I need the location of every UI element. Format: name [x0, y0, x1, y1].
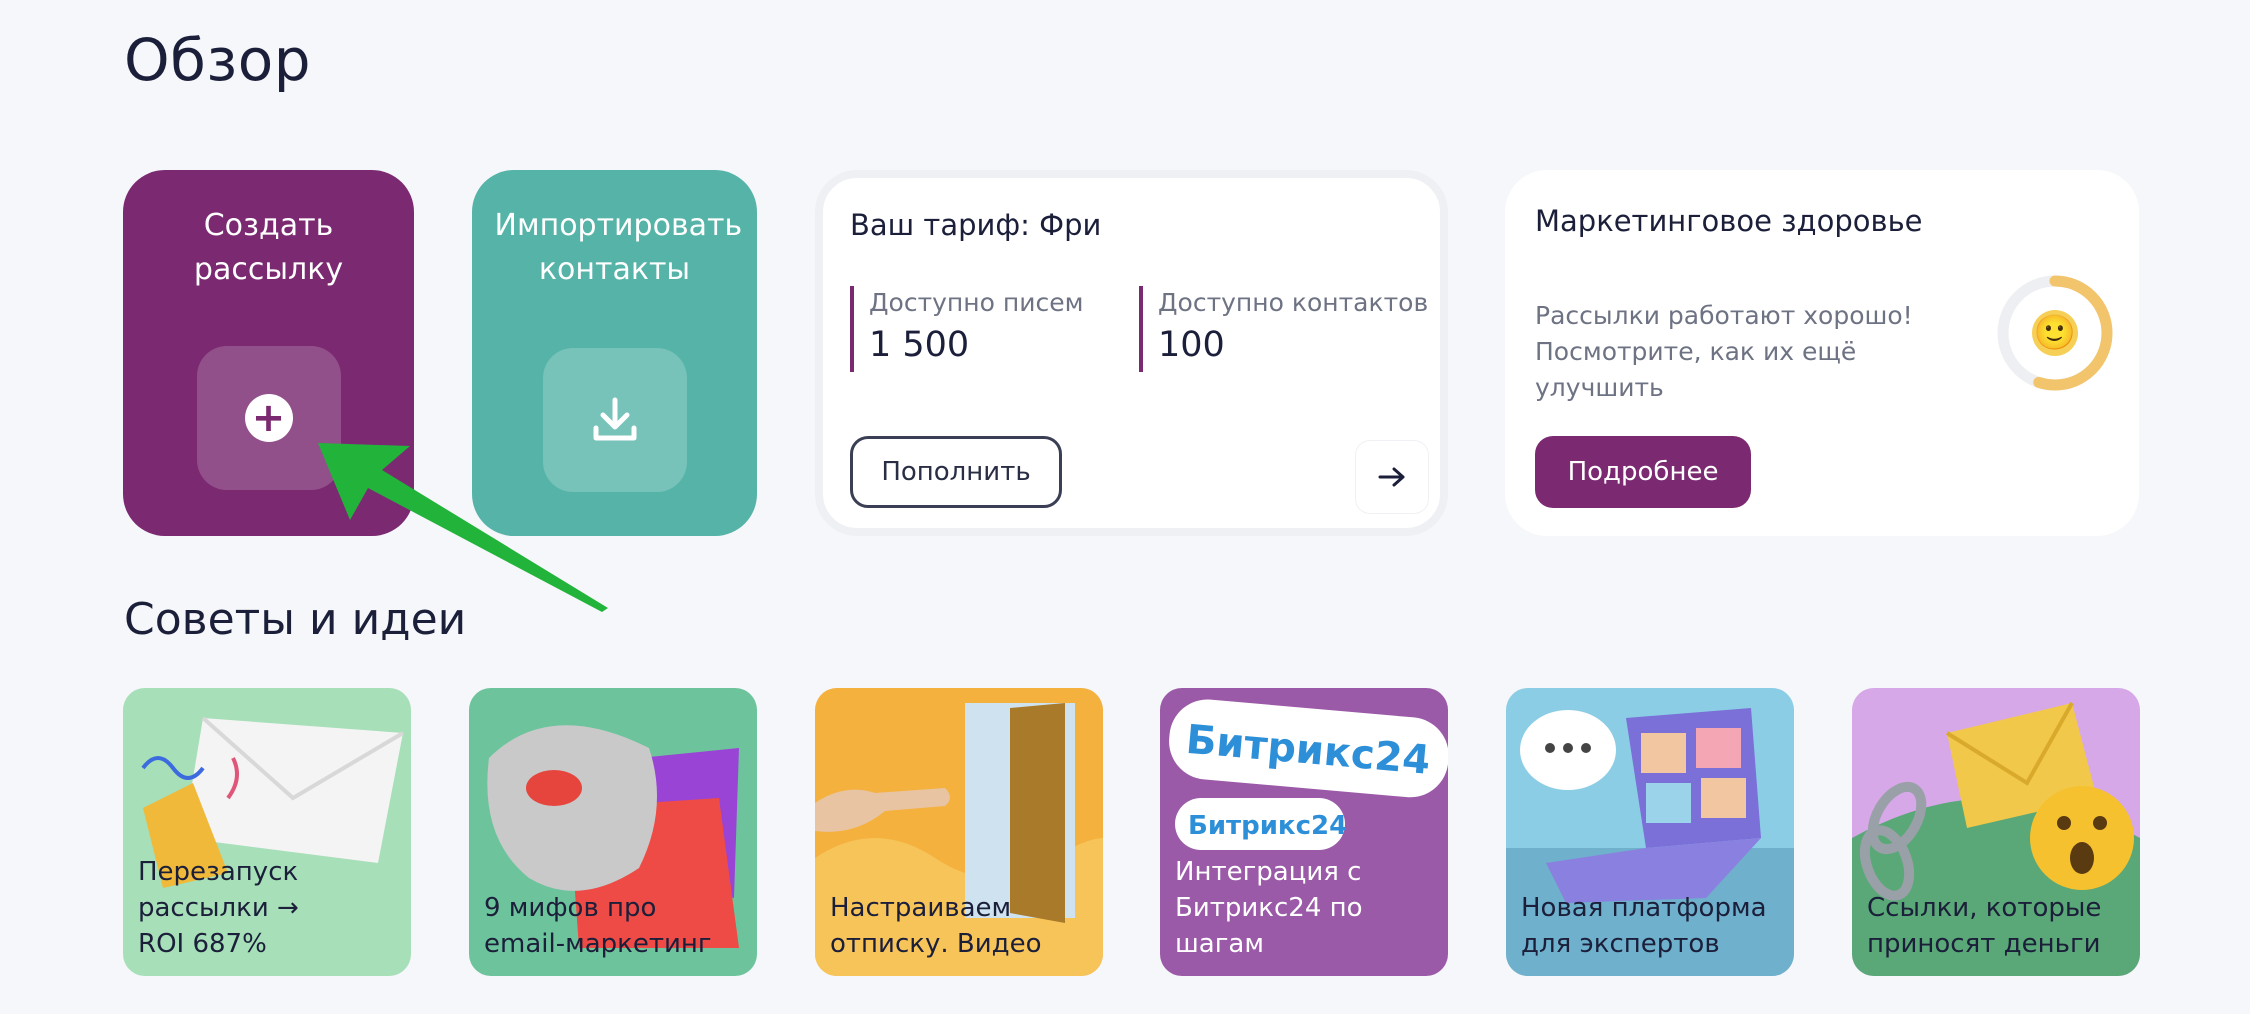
tip-caption: Настраиваем отписку. Видео [830, 893, 1042, 959]
emails-stat: Доступно писем 1 500 [850, 286, 1083, 372]
tariff-details-button[interactable] [1356, 441, 1428, 513]
tariff-title: Ваш тариф: Фри [850, 208, 1102, 242]
tip-card-bitrix[interactable]: Битрикс24 Битрикс24 Интеграция с Битрикс… [1160, 688, 1448, 976]
download-icon [593, 397, 636, 441]
smiley-icon: 🙂 [2032, 310, 2078, 356]
emails-value: 1 500 [869, 325, 970, 365]
create-mailing-label: Создать рассылку [193, 208, 344, 287]
health-line-2: Посмотрите, как их ещё улучшить [1535, 337, 1857, 402]
bitrix-logo-text-small: Битрикс24 [1188, 811, 1347, 841]
more-button[interactable]: Подробнее [1535, 436, 1751, 508]
topup-button[interactable]: Пополнить [850, 436, 1062, 508]
emails-label: Доступно писем [869, 288, 1084, 317]
health-description: Рассылки работают хорошо! Посмотрите, ка… [1535, 298, 1975, 406]
tip-card-relaunch[interactable]: Перезапуск рассылки → ROI 687% [123, 688, 411, 976]
tip-card-links[interactable]: Ссылки, которые приносят деньги [1852, 688, 2140, 976]
tip-card-platform[interactable]: Новая платформа для экспертов [1506, 688, 1794, 976]
health-line-1: Рассылки работают хорошо! [1535, 301, 1913, 330]
plus-icon: + [244, 394, 293, 442]
contacts-stat: Доступно контактов 100 [1139, 286, 1428, 372]
import-contacts-button[interactable] [542, 348, 687, 492]
marketing-health-card: Маркетинговое здоровье Рассылки работают… [1505, 170, 2139, 536]
tip-card-myths[interactable]: 9 мифов про email-маркетинг [469, 688, 757, 976]
import-contacts-card[interactable]: Импортировать контакты [472, 170, 757, 536]
tip-caption: Перезапуск рассылки → ROI 687% [138, 857, 299, 959]
tariff-card: Ваш тариф: Фри Доступно писем 1 500 Дост… [815, 170, 1448, 536]
contacts-label: Доступно контактов [1158, 288, 1429, 317]
tip-caption: Интеграция с Битрикс24 по шагам [1175, 857, 1363, 959]
import-contacts-label: Импортировать контакты [494, 208, 743, 287]
contacts-value: 100 [1158, 325, 1225, 365]
tips-heading: Советы и идеи [124, 594, 467, 645]
page-title: Обзор [124, 26, 312, 94]
health-gauge: 🙂 [1995, 273, 2115, 393]
create-mailing-button[interactable]: + [196, 346, 341, 490]
tip-caption: 9 мифов про email-маркетинг [484, 893, 712, 959]
arrow-right-icon [1378, 467, 1405, 487]
create-mailing-card[interactable]: Создать рассылку + [123, 170, 414, 536]
tip-card-unsubscribe[interactable]: Настраиваем отписку. Видео [815, 688, 1103, 976]
tip-caption: Новая платформа для экспертов [1521, 893, 1767, 959]
health-title: Маркетинговое здоровье [1535, 204, 1923, 238]
tip-caption: Ссылки, которые приносят деньги [1867, 893, 2102, 959]
